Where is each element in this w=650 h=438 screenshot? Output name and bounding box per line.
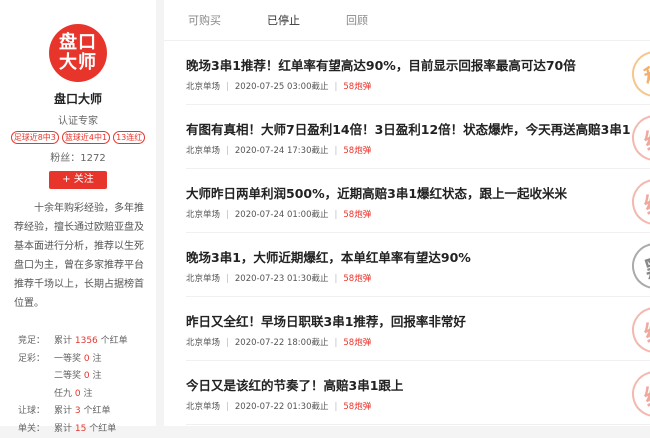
meta-divider: | [335, 338, 338, 348]
follow-button[interactable]: + 关注 [49, 171, 107, 189]
meta-divider: | [335, 402, 338, 412]
plan-title[interactable]: 今日又是该红的节奏了！高赔3串1跟上 [186, 375, 403, 394]
plan-item[interactable]: 大师昨日两单利润500%，近期高赔3串1爆红状态，跟上一起收米米北京单场 | 202… [186, 169, 650, 233]
expert-bio: 十余年购彩经验，多年推荐经验，擅长通过欧赔亚盘及基本面进行分析，推荐以生死盘口为… [14, 199, 146, 313]
plan-deadline: 2020-07-23 01:30截止 [235, 274, 329, 284]
tab-2[interactable]: 回顾 [346, 12, 368, 28]
meta-divider: | [226, 210, 229, 220]
plan-category: 北京单场 [186, 210, 220, 220]
plan-price: 58炮弹 [343, 210, 371, 220]
plan-category: 北京单场 [186, 338, 220, 348]
record-tag: 足球近8中3 [11, 131, 59, 144]
stat-suffix: 个红单 [86, 424, 116, 434]
record-tag: 篮球近4中1 [62, 131, 110, 144]
expert-name: 盘口大师 [0, 90, 156, 107]
tab-bar: 可购买 已停止 回顾 [164, 0, 650, 41]
plan-item[interactable]: 今日又是该红的节奏了！高赔3串1跟上北京单场 | 2020-07-22 01:30截… [186, 361, 650, 425]
plan-title[interactable]: 昨日又全红！早场日职联3串1推荐，回报率非常好 [186, 311, 466, 330]
result-stamp-icon: 红 [626, 173, 650, 231]
plan-deadline: 2020-07-25 03:00截止 [235, 82, 329, 92]
stat-text: 二等奖 [54, 371, 84, 381]
meta-divider: | [335, 274, 338, 284]
plan-category: 北京单场 [186, 82, 220, 92]
plan-price: 58炮弹 [343, 402, 371, 412]
plan-item[interactable]: 晚场3串1推荐！红单率有望高达90%，目前显示回报率最高可达70倍北京单场 | 20… [186, 41, 650, 105]
meta-divider: | [335, 146, 338, 156]
tab-1[interactable]: 已停止 [267, 12, 300, 28]
result-stamp-icon: 黑 [626, 237, 650, 295]
plan-category: 北京单场 [186, 146, 220, 156]
plan-title[interactable]: 有图有真相！大师7日盈利14倍！3日盈利12倍！状态爆炸，今天再送高赔3串1 [186, 119, 631, 138]
plan-deadline: 2020-07-24 17:30截止 [235, 146, 329, 156]
record-tags: 足球近8中3 篮球近4中1 13连红 [0, 131, 156, 144]
stat-text: 一等奖 [54, 354, 84, 364]
avatar-line-1: 盘口 [59, 33, 97, 53]
stat-label: 让球： [18, 403, 54, 421]
meta-divider: | [226, 338, 229, 348]
plan-price: 58炮弹 [343, 146, 371, 156]
stat-suffix: 个红单 [81, 406, 111, 416]
stat-text: 累计 [54, 424, 75, 434]
stat-number: 1356 [75, 336, 98, 346]
expert-avatar: 盘口 大师 [49, 24, 107, 82]
stat-text: 任九 [54, 389, 75, 399]
stat-suffix: 注 [81, 389, 93, 399]
result-stamp-icon: 红 [626, 365, 650, 423]
result-stamp-icon: 红 [626, 301, 650, 359]
stat-label: 竞足： [18, 333, 54, 351]
stats-list: 竞足：累计 1356 个红单足彩：一等奖 0 注二等奖 0 注任九 0 注让球：… [18, 333, 156, 438]
stat-text: 累计 [54, 336, 75, 346]
plan-list: 晚场3串1推荐！红单率有望高达90%，目前显示回报率最高可达70倍北京单场 | 20… [164, 41, 650, 425]
stat-row: 二等奖 0 注 [18, 368, 156, 386]
plan-title[interactable]: 晚场3串1，大师近期爆红，本单红单率有望达90% [186, 247, 471, 266]
stat-row: 任九 0 注 [18, 386, 156, 404]
stat-number: 15 [75, 424, 86, 434]
plan-title[interactable]: 晚场3串1推荐！红单率有望高达90%，目前显示回报率最高可达70倍 [186, 55, 576, 74]
stat-text: 累计 [54, 406, 75, 416]
plan-meta: 北京单场 | 2020-07-25 03:00截止 | 58炮弹 [186, 80, 371, 92]
plan-title[interactable]: 大师昨日两单利润500%，近期高赔3串1爆红状态，跟上一起收米米 [186, 183, 567, 202]
plan-deadline: 2020-07-24 01:00截止 [235, 210, 329, 220]
cert-label: 认证专家 [0, 112, 156, 127]
meta-divider: | [226, 274, 229, 284]
stat-label: 足彩： [18, 351, 54, 369]
stat-suffix: 注 [90, 371, 102, 381]
stat-suffix: 个红单 [98, 336, 128, 346]
meta-divider: | [335, 210, 338, 220]
result-stamp-icon: 红 [626, 109, 650, 167]
meta-divider: | [226, 82, 229, 92]
plan-price: 58炮弹 [343, 274, 371, 284]
stat-label: 单关： [18, 421, 54, 438]
avatar-line-2: 大师 [59, 53, 97, 73]
plan-price: 58炮弹 [343, 82, 371, 92]
plan-item[interactable]: 晚场3串1，大师近期爆红，本单红单率有望达90% 北京单场 | 2020-07-23 … [186, 233, 650, 297]
meta-divider: | [226, 146, 229, 156]
plan-list-panel: 可购买 已停止 回顾 晚场3串1推荐！红单率有望高达90%，目前显示回报率最高可达7… [164, 0, 650, 426]
expert-sidebar: 盘口 大师 盘口大师 认证专家 足球近8中3 篮球近4中1 13连红 粉丝：12… [0, 0, 156, 426]
plan-meta: 北京单场 | 2020-07-22 01:30截止 | 58炮弹 [186, 400, 371, 412]
plan-meta: 北京单场 | 2020-07-22 18:00截止 | 58炮弹 [186, 336, 371, 348]
plan-price: 58炮弹 [343, 338, 371, 348]
plan-item[interactable]: 昨日又全红！早场日职联3串1推荐，回报率非常好北京单场 | 2020-07-22 1… [186, 297, 650, 361]
plan-deadline: 2020-07-22 01:30截止 [235, 402, 329, 412]
meta-divider: | [335, 82, 338, 92]
record-tag: 13连红 [113, 131, 145, 144]
plan-meta: 北京单场 | 2020-07-24 17:30截止 | 58炮弹 [186, 144, 371, 156]
meta-divider: | [226, 402, 229, 412]
stat-row: 让球：累计 3 个红单 [18, 403, 156, 421]
stat-row: 单关：累计 15 个红单 [18, 421, 156, 438]
plan-meta: 北京单场 | 2020-07-24 01:00截止 | 58炮弹 [186, 208, 371, 220]
fans-count: 粉丝：1272 [0, 149, 156, 164]
plan-category: 北京单场 [186, 402, 220, 412]
plan-category: 北京单场 [186, 274, 220, 284]
stat-row: 足彩：一等奖 0 注 [18, 351, 156, 369]
plan-deadline: 2020-07-22 18:00截止 [235, 338, 329, 348]
stat-row: 竞足：累计 1356 个红单 [18, 333, 156, 351]
plan-item[interactable]: 有图有真相！大师7日盈利14倍！3日盈利12倍！状态爆炸，今天再送高赔3串1 北京… [186, 105, 650, 169]
plan-meta: 北京单场 | 2020-07-23 01:30截止 | 58炮弹 [186, 272, 371, 284]
stat-suffix: 注 [90, 354, 102, 364]
tab-0[interactable]: 可购买 [188, 12, 221, 28]
result-stamp-icon: 稳 [626, 45, 650, 103]
